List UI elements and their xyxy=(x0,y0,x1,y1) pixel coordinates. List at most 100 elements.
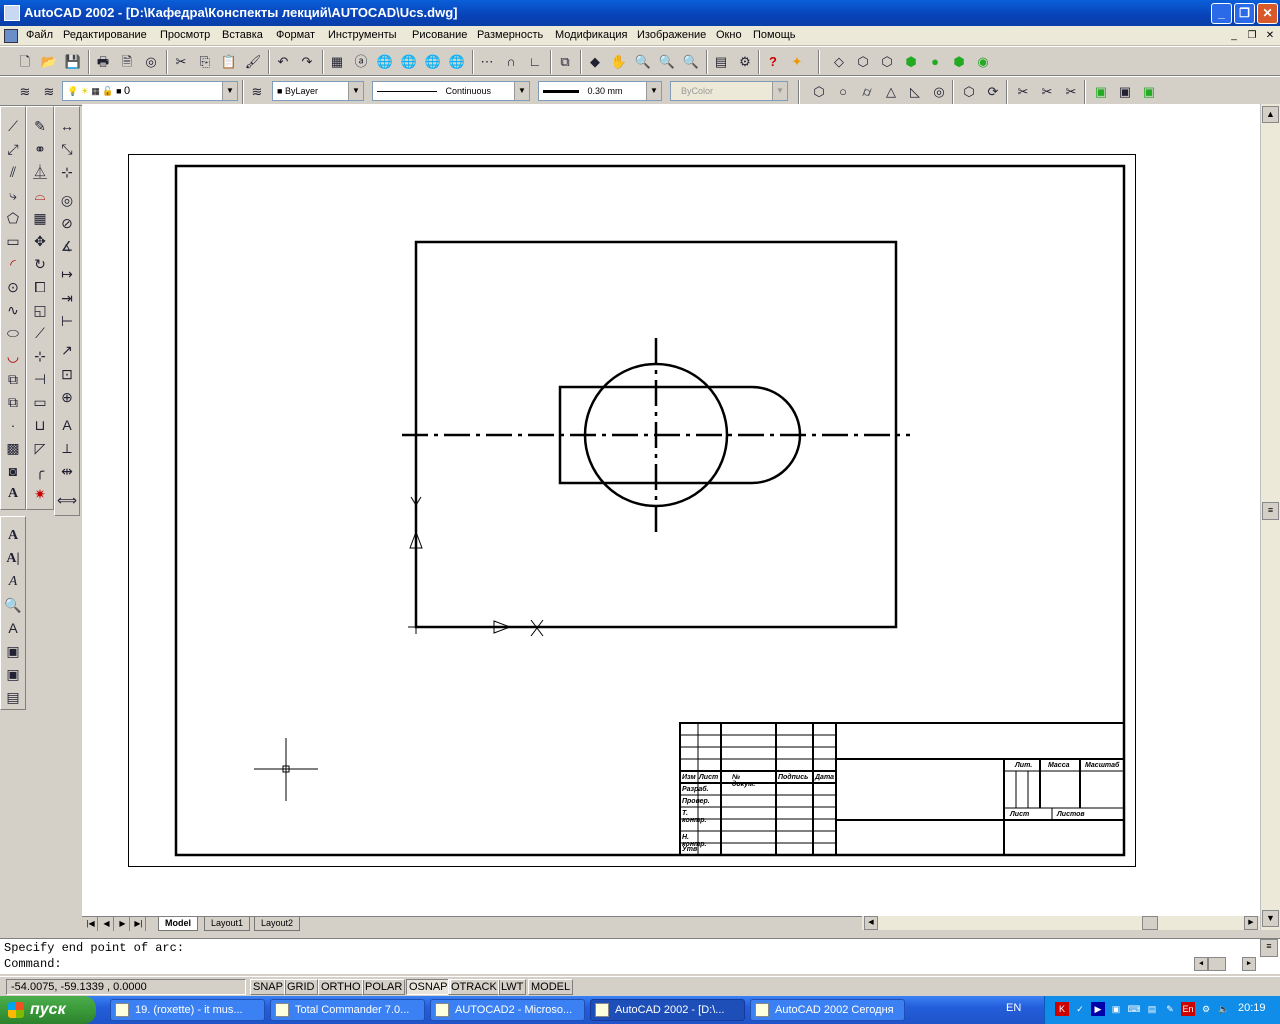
autocad-today-icon[interactable]: ⓐ xyxy=(350,51,372,73)
menu-file[interactable]: Файл xyxy=(26,29,53,41)
polygon-icon[interactable]: ⬠ xyxy=(2,207,24,229)
scroll-thumb[interactable]: ≡ xyxy=(1262,502,1279,520)
vertical-scrollbar[interactable]: ▲ ≡ ▼ xyxy=(1260,104,1280,930)
scroll-up-button[interactable]: ▲ xyxy=(1262,106,1279,123)
3d-orbit-icon[interactable]: ◆ xyxy=(584,51,606,73)
linear-dimension-icon[interactable]: ↔ xyxy=(56,115,78,137)
scale-icon[interactable]: ⧠ xyxy=(29,276,51,298)
linetype-dropdown[interactable]: Continuous ▼ xyxy=(372,81,530,101)
zoom-realtime-icon[interactable]: 🔍 xyxy=(632,51,654,73)
angular-dimension-icon[interactable]: ∡ xyxy=(56,235,78,257)
command-window[interactable]: Specify end point of arc: Command: ≡ ◀ ▶ xyxy=(0,938,1280,974)
cut-icon[interactable]: ✂ xyxy=(170,51,192,73)
cone-icon[interactable]: △ xyxy=(880,81,902,103)
start-button[interactable]: пуск xyxy=(0,996,96,1024)
lineweight-dropdown[interactable]: 0.30 mm ▼ xyxy=(538,81,662,101)
status-polar-toggle[interactable]: POLAR xyxy=(362,979,406,995)
3d-view-top-icon[interactable]: ◇ xyxy=(828,51,850,73)
volume-icon[interactable]: 🔈 xyxy=(1217,1002,1231,1016)
spline-icon[interactable]: ∿ xyxy=(2,299,24,321)
break-at-point-icon[interactable]: ⊔ xyxy=(29,414,51,436)
status-osnap-toggle[interactable]: OSNAP xyxy=(406,979,451,995)
ellipse-icon[interactable]: ⬭ xyxy=(2,322,24,344)
osnap-icon[interactable]: ⋯ xyxy=(476,51,498,73)
chevron-down-icon[interactable]: ▼ xyxy=(348,82,363,100)
array-icon[interactable]: ▦ xyxy=(29,207,51,229)
mdi-close-button[interactable]: ✕ xyxy=(1262,29,1278,43)
chevron-down-icon[interactable]: ▼ xyxy=(222,82,237,100)
stretch-icon[interactable]: ◱ xyxy=(29,299,51,321)
fillet-icon[interactable]: ╭ xyxy=(29,460,51,482)
gouraud-box-icon[interactable]: ⬢ xyxy=(948,51,970,73)
print-icon[interactable]: 🖶 xyxy=(92,51,114,73)
sphere-icon[interactable]: ○ xyxy=(832,81,854,103)
extend-icon[interactable]: ⊣ xyxy=(29,368,51,390)
design-center-icon[interactable]: ▦ xyxy=(326,51,348,73)
scroll-left-button[interactable]: ◀ xyxy=(864,916,878,930)
arc-icon[interactable]: ◜ xyxy=(2,253,24,275)
dimension-text-edit-icon[interactable]: ⟂ xyxy=(56,437,78,459)
status-otrack-toggle[interactable]: OTRACK xyxy=(448,979,500,995)
dimension-update-icon[interactable]: ⇹ xyxy=(56,460,78,482)
menu-format[interactable]: Формат xyxy=(276,29,315,41)
explode-icon[interactable]: ✷ xyxy=(29,483,51,505)
ordinate-dimension-icon[interactable]: ⊹ xyxy=(56,161,78,183)
hscroll-thumb[interactable] xyxy=(1142,916,1158,930)
construction-line-icon[interactable]: ⤢ xyxy=(2,138,24,160)
copy-icon[interactable]: ⎘ xyxy=(194,51,216,73)
coordinates-display[interactable]: -54.0075, -59.1339 , 0.0000 xyxy=(6,979,246,995)
cylinder-icon[interactable]: ⌭ xyxy=(856,81,878,103)
revolve-icon[interactable]: ⟳ xyxy=(982,81,1004,103)
tolerance-icon[interactable]: ⊡ xyxy=(56,363,78,385)
tab-layout2[interactable]: Layout2 xyxy=(254,917,301,931)
menu-window[interactable]: Окно xyxy=(716,29,742,41)
color-dropdown[interactable]: ■ ByLayer ▼ xyxy=(272,81,364,101)
redo-icon[interactable]: ↷ xyxy=(296,51,318,73)
command-scroll-button[interactable]: ≡ xyxy=(1260,939,1278,957)
tool-palettes-icon[interactable]: ⚙ xyxy=(734,51,756,73)
meet-now-icon[interactable]: 🌐 xyxy=(398,51,420,73)
menu-insert[interactable]: Вставка xyxy=(222,29,263,41)
3d-view-icon[interactable]: ⬡ xyxy=(852,51,874,73)
baseline-dimension-icon[interactable]: ⇥ xyxy=(56,287,78,309)
menu-tools[interactable]: Инструменты xyxy=(328,29,397,41)
zoom-window-icon[interactable]: 🔍 xyxy=(656,51,678,73)
status-model-toggle[interactable]: MODEL xyxy=(528,979,574,995)
language-indicator[interactable]: EN xyxy=(1006,1002,1021,1014)
status-lwt-toggle[interactable]: LWT xyxy=(498,979,527,995)
break-icon[interactable]: ▭ xyxy=(29,391,51,413)
interfere-icon[interactable]: ✂ xyxy=(1060,81,1082,103)
insert-block-icon[interactable]: ⧉ xyxy=(2,368,24,390)
network-icon[interactable]: ✓ xyxy=(1073,1002,1087,1016)
tab-last-button[interactable]: ▶| xyxy=(132,917,146,931)
open-icon[interactable]: 📂 xyxy=(38,51,60,73)
spell-check-icon[interactable]: ▤ xyxy=(2,686,24,708)
active-assistance-icon[interactable]: ✦ xyxy=(786,51,808,73)
chevron-down-icon[interactable]: ▼ xyxy=(646,82,661,100)
rotate-icon[interactable]: ↻ xyxy=(29,253,51,275)
paste-icon[interactable]: 📋 xyxy=(218,51,240,73)
task-total-commander[interactable]: Total Commander 7.0... xyxy=(270,999,425,1021)
publish-icon[interactable]: ◎ xyxy=(140,51,162,73)
lengthen-icon[interactable]: ⟋ xyxy=(29,322,51,344)
status-ortho-toggle[interactable]: ORTHO xyxy=(318,979,364,995)
tab-layout1[interactable]: Layout1 xyxy=(204,917,251,931)
chevron-down-icon[interactable]: ▼ xyxy=(514,82,529,100)
snap-magnet-icon[interactable]: ∩ xyxy=(500,51,522,73)
horizontal-scrollbar[interactable]: ◀ ▶ xyxy=(862,916,1260,930)
radius-dimension-icon[interactable]: ◎ xyxy=(56,189,78,211)
tab-prev-button[interactable]: ◀ xyxy=(100,917,114,931)
new-icon[interactable]: 🗋 xyxy=(14,51,36,73)
wireframe-box-icon[interactable]: ⬡ xyxy=(876,51,898,73)
dimension-style-icon[interactable]: ⟺ xyxy=(56,489,78,511)
internet-icon[interactable]: 🌐 xyxy=(374,51,396,73)
trim-icon[interactable]: ⊹ xyxy=(29,345,51,367)
menu-draw[interactable]: Рисование xyxy=(412,29,467,41)
mirror-icon[interactable]: ⏅ xyxy=(29,161,51,183)
find-replace-icon[interactable]: 🔍 xyxy=(2,594,24,616)
task-word[interactable]: AUTOCAD2 - Microso... xyxy=(430,999,585,1021)
offset-icon[interactable]: ⌓ xyxy=(29,184,51,206)
scroll-down-button[interactable]: ▼ xyxy=(1262,910,1279,927)
keyboard-icon[interactable]: ⌨ xyxy=(1127,1002,1141,1016)
point-icon[interactable]: · xyxy=(2,414,24,436)
